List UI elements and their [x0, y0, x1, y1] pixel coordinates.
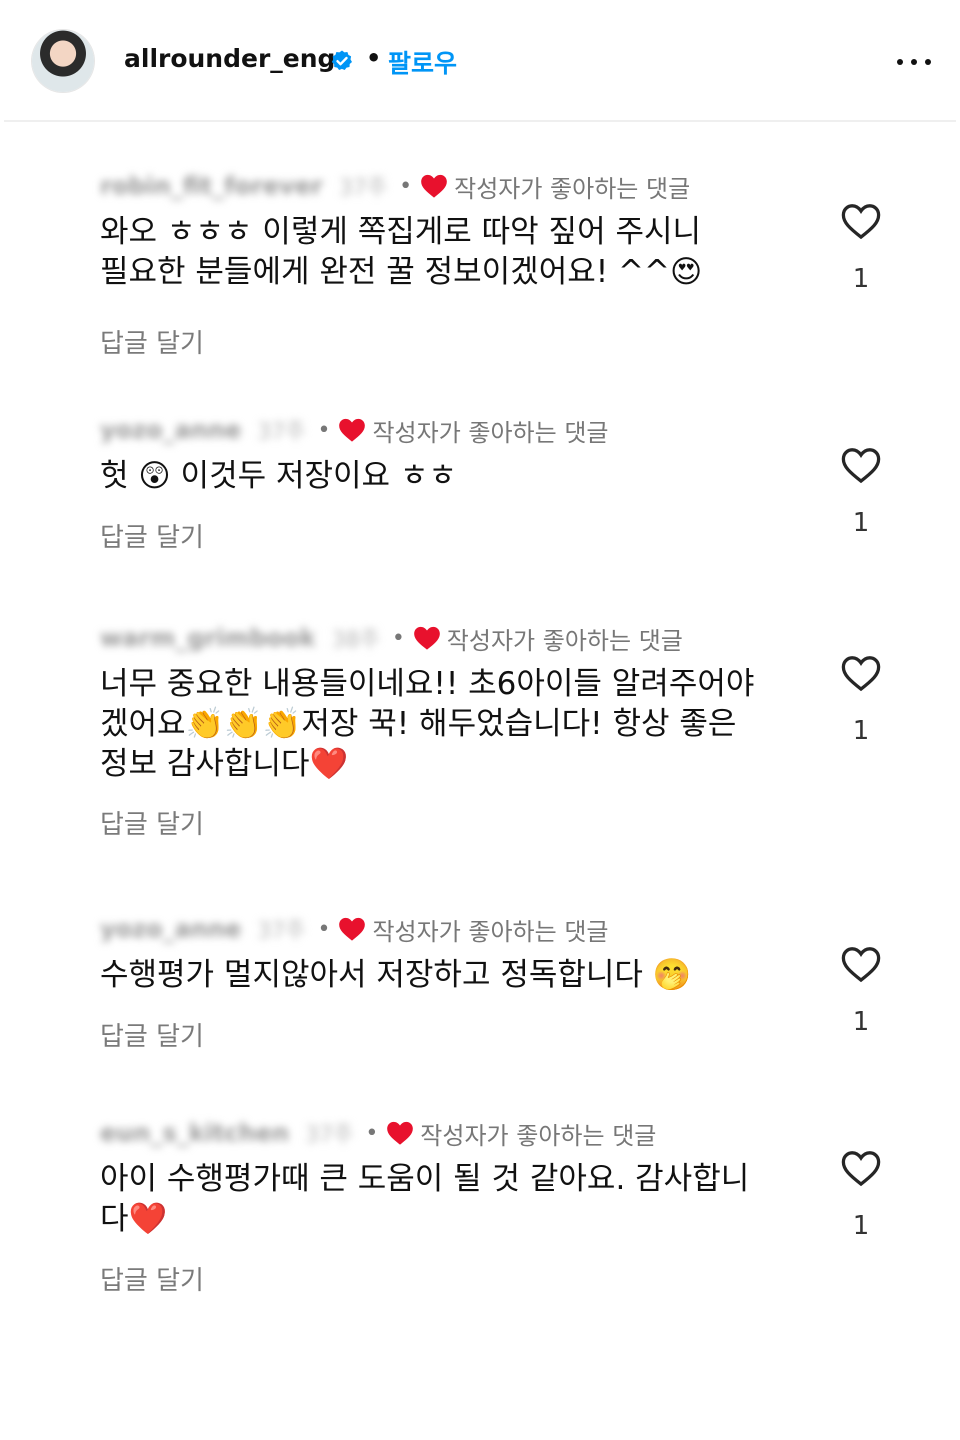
liked-by-author-label: 작성자가 좋아하는 댓글: [454, 174, 691, 203]
comment-timestamp: 38주: [331, 628, 380, 653]
comment-meta: eun_s_kitchen 37주 • 작성자가 좋아하는 댓글: [100, 1117, 657, 1150]
liked-by-author-label: 작성자가 좋아하는 댓글: [372, 418, 609, 447]
meta-separator: •: [317, 417, 331, 443]
comment-timestamp: 37주: [257, 420, 306, 445]
header-separator: •: [366, 44, 382, 72]
comment-meta: yozo_anne 37주 • 작성자가 좋아하는 댓글: [100, 913, 609, 946]
like-heart-icon[interactable]: [840, 654, 882, 692]
like-count: 1: [852, 1211, 870, 1241]
like-heart-icon[interactable]: [840, 945, 882, 983]
comment-text: 너무 중요한 내용들이네요!! 초6아이들 알려주어야 겠어요👏👏👏저장 꾹! …: [100, 666, 755, 782]
reply-button[interactable]: 답글 달기: [100, 1260, 204, 1297]
comment-username[interactable]: yozo_anne: [100, 416, 241, 444]
liked-by-author-label: 작성자가 좋아하는 댓글: [446, 626, 683, 655]
meta-separator: •: [391, 625, 405, 651]
verified-badge-icon: [331, 50, 352, 70]
like-count: 1: [852, 508, 870, 538]
comment-username[interactable]: eun_s_kitchen: [100, 1119, 289, 1147]
like-heart-icon[interactable]: [840, 1149, 882, 1187]
comment-timestamp: 37주: [257, 919, 306, 944]
like-count: 1: [852, 716, 870, 746]
liked-by-author-label: 작성자가 좋아하는 댓글: [372, 917, 609, 946]
author-username[interactable]: allrounder_eng: [124, 44, 335, 73]
comment-text: 아이 수행평가때 큰 도움이 될 것 같아요. 감사합니 다❤️: [100, 1161, 750, 1237]
more-options-icon[interactable]: [893, 46, 935, 76]
like-count: 1: [852, 1007, 870, 1037]
comment-username[interactable]: warm_grimbook: [100, 624, 316, 652]
comment-text: 헛 😲 이것두 저장이요 ㅎㅎ: [100, 458, 457, 494]
reply-button[interactable]: 답글 달기: [100, 323, 204, 360]
meta-separator: •: [317, 916, 331, 942]
author-liked-heart-icon: [339, 917, 366, 941]
like-heart-icon[interactable]: [840, 202, 882, 240]
header-divider: [4, 120, 956, 122]
comment-text: 와오 ㅎㅎㅎ 이렇게 쪽집게로 따악 짚어 주시니 필요한 분들에게 완전 꿀 …: [100, 214, 703, 290]
comment-timestamp: 37주: [338, 176, 388, 201]
comment-text: 수행평가 멀지않아서 저장하고 정독합니다 🤭: [100, 957, 692, 993]
meta-separator: •: [399, 173, 413, 199]
author-liked-heart-icon: [387, 1121, 414, 1145]
follow-button[interactable]: 팔로우: [388, 44, 457, 80]
comment-meta: yozo_anne 37주 • 작성자가 좋아하는 댓글: [100, 414, 609, 447]
author-liked-heart-icon: [421, 174, 447, 198]
author-liked-heart-icon: [339, 418, 366, 442]
comment-username[interactable]: yozo_anne: [100, 915, 241, 943]
comment-meta: robin_fit_forever 37주 • 작성자가 좋아하는 댓글: [100, 170, 691, 203]
reply-button[interactable]: 답글 달기: [100, 804, 204, 841]
comment-meta: warm_grimbook 38주 • 작성자가 좋아하는 댓글: [100, 622, 683, 655]
meta-separator: •: [365, 1120, 379, 1146]
reply-button[interactable]: 답글 달기: [100, 1016, 204, 1053]
comment-username[interactable]: robin_fit_forever: [100, 172, 323, 200]
comment-timestamp: 37주: [305, 1123, 354, 1148]
avatar[interactable]: [32, 30, 94, 92]
like-count: 1: [852, 264, 870, 294]
reply-button[interactable]: 답글 달기: [100, 517, 204, 554]
like-heart-icon[interactable]: [840, 446, 882, 484]
author-liked-heart-icon: [413, 626, 440, 650]
post-header: allrounder_eng • 팔로우: [0, 0, 960, 122]
liked-by-author-label: 작성자가 좋아하는 댓글: [420, 1121, 657, 1150]
